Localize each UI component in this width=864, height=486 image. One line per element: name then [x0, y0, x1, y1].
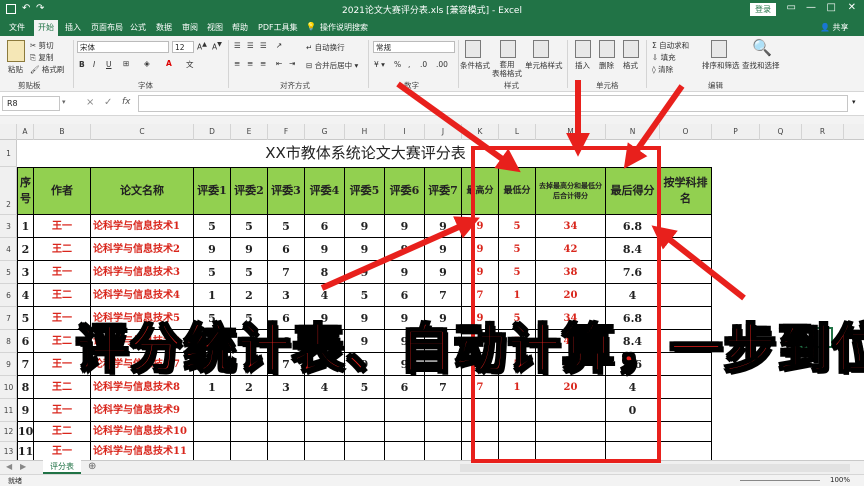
arrow-right: [651, 225, 746, 301]
arrow-left: [320, 216, 480, 291]
overlay-caption: 评分统计表、自动计算，一步到位: [75, 318, 864, 381]
annotation-layer: [320, 80, 746, 463]
arrow-top-left: [396, 81, 521, 173]
highlight-box: [471, 146, 661, 463]
